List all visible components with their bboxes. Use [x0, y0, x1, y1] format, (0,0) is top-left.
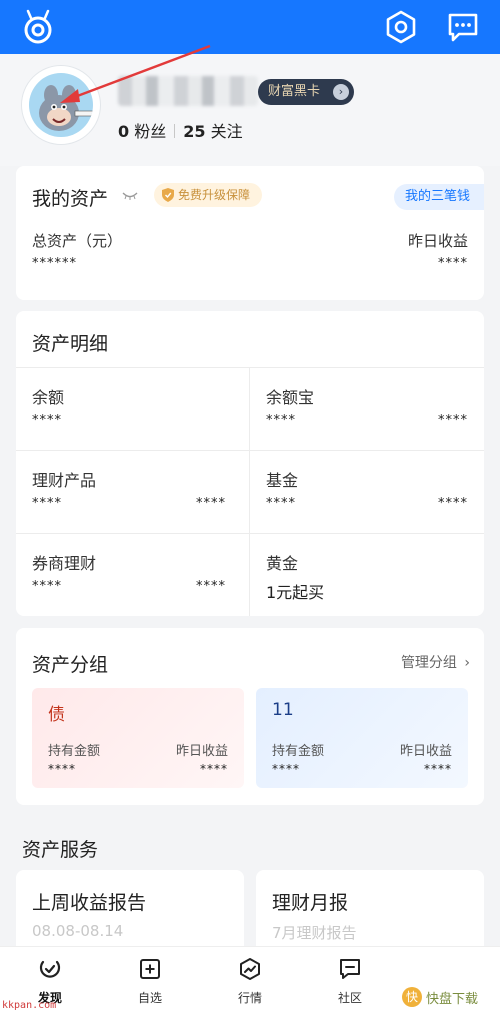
fans-count[interactable]: 0 — [118, 122, 129, 141]
avatar[interactable] — [22, 66, 100, 144]
chat-square-icon — [340, 959, 360, 979]
group-hold-label: 持有金额 — [272, 744, 325, 759]
asset-services-title: 资产服务 — [22, 839, 99, 861]
gold-buy-from-label: 1元起买 — [266, 583, 325, 602]
detail-cell-yesterday: **** — [196, 496, 226, 511]
detail-cell-value: **** — [266, 413, 296, 428]
service-title: 上周收益报告 — [32, 892, 147, 914]
group-card-11[interactable]: 11 持有金额 昨日收益 **** **** — [256, 688, 468, 788]
three-wallet-button[interactable]: 我的三笔钱 — [394, 184, 484, 210]
my-assets-card[interactable]: 我的资产 免费升级保障 我的三笔钱 总资产（元） ****** 昨日收益 ***… — [16, 166, 484, 300]
watermark-left: kkpan.com — [2, 1000, 57, 1011]
chevron-right-icon: › — [464, 655, 470, 671]
yesterday-earnings-value: **** — [438, 256, 468, 271]
shield-icon — [162, 188, 174, 202]
chevron-right-icon: › — [333, 84, 349, 100]
top-bar — [0, 0, 500, 54]
divider — [249, 367, 250, 616]
asset-groups-card: 资产分组 管理分组 › 债 持有金额 昨日收益 **** **** 11 持有金… — [16, 628, 484, 805]
divider — [16, 533, 484, 534]
service-subtitle: 08.08-08.14 — [32, 922, 124, 940]
settings-hexagon-icon[interactable] — [384, 10, 418, 44]
divider — [174, 124, 176, 138]
group-hold-value: **** — [272, 762, 300, 776]
detail-cell-yesterday: **** — [438, 496, 468, 511]
group-yesterday-label: 昨日收益 — [399, 744, 452, 759]
yesterday-earnings-label: 昨日收益 — [407, 232, 468, 250]
group-yesterday-value: **** — [200, 762, 228, 776]
wealth-black-card-button[interactable]: 财富黑卡 › — [258, 79, 354, 105]
detail-cell-value: **** — [266, 496, 296, 511]
divider — [16, 367, 484, 368]
blurred-username — [118, 76, 258, 106]
total-assets-label: 总资产（元） — [32, 232, 123, 250]
group-yesterday-value: **** — [424, 762, 452, 776]
message-icon[interactable] — [446, 11, 480, 43]
avatar-cartoon-cat-image — [39, 85, 93, 131]
tab-watchlist[interactable]: 自选 — [110, 947, 190, 1013]
detail-cell-yesterday: **** — [438, 413, 468, 428]
follow-label[interactable]: 关注 — [211, 122, 243, 141]
divider — [16, 450, 484, 451]
tab-label: 行情 — [237, 991, 262, 1005]
trend-icon — [240, 958, 260, 980]
group-name: 债 — [48, 705, 65, 725]
total-assets-value: ****** — [32, 256, 77, 271]
group-yesterday-label: 昨日收益 — [175, 744, 228, 759]
service-title: 理财月报 — [272, 892, 349, 914]
eye-closed-icon[interactable] — [122, 191, 138, 201]
follow-count[interactable]: 25 — [183, 122, 205, 141]
group-hold-value: **** — [48, 762, 76, 776]
service-subtitle: 7月理财报告 — [272, 924, 357, 942]
free-upgrade-badge[interactable]: 免费升级保障 — [154, 183, 262, 207]
detail-cell-label: 黄金 — [266, 554, 299, 573]
tab-community[interactable]: 社区 — [310, 947, 390, 1013]
asset-detail-card: 资产明细 余额 **** 余额宝 **** **** 理财产品 **** ***… — [16, 311, 484, 616]
detail-cell-value: **** — [32, 496, 62, 511]
detail-cell-label: 基金 — [266, 471, 299, 490]
tab-market[interactable]: 行情 — [210, 947, 290, 1013]
asset-detail-title: 资产明细 — [32, 333, 109, 355]
detail-cell-label: 余额 — [32, 388, 65, 407]
tab-label: 社区 — [337, 991, 362, 1005]
manage-groups-label: 管理分组 — [400, 655, 457, 671]
manage-groups-link[interactable]: 管理分组 › — [401, 652, 470, 672]
watermark-logo: 快 快盘下载 — [402, 985, 496, 1009]
add-square-icon — [140, 959, 160, 979]
watermark-circle-icon: 快 — [402, 987, 422, 1007]
detail-cell-value: **** — [32, 413, 62, 428]
group-name: 11 — [272, 700, 294, 720]
group-card-bond[interactable]: 债 持有金额 昨日收益 **** **** — [32, 688, 244, 788]
asset-groups-title: 资产分组 — [32, 654, 109, 676]
detail-cell-label: 券商理财 — [32, 554, 97, 573]
black-card-label: 财富黑卡 — [268, 84, 321, 99]
detail-cell-yesterday: **** — [196, 579, 226, 594]
app-logo-icon[interactable] — [20, 8, 56, 46]
detail-cell-label: 余额宝 — [266, 388, 315, 407]
fans-label[interactable]: 粉丝 — [134, 122, 166, 141]
my-assets-title: 我的资产 — [32, 188, 109, 210]
follow-stats: 0 粉丝 25 关注 — [118, 118, 243, 142]
detail-cell-label: 理财产品 — [32, 471, 97, 490]
tab-label: 自选 — [137, 991, 162, 1005]
discover-icon — [39, 960, 61, 978]
group-hold-label: 持有金额 — [48, 744, 101, 759]
detail-cell-value: **** — [32, 579, 62, 594]
watermark-right: 快盘下载 — [426, 992, 479, 1007]
free-upgrade-label: 免费升级保障 — [178, 188, 251, 202]
